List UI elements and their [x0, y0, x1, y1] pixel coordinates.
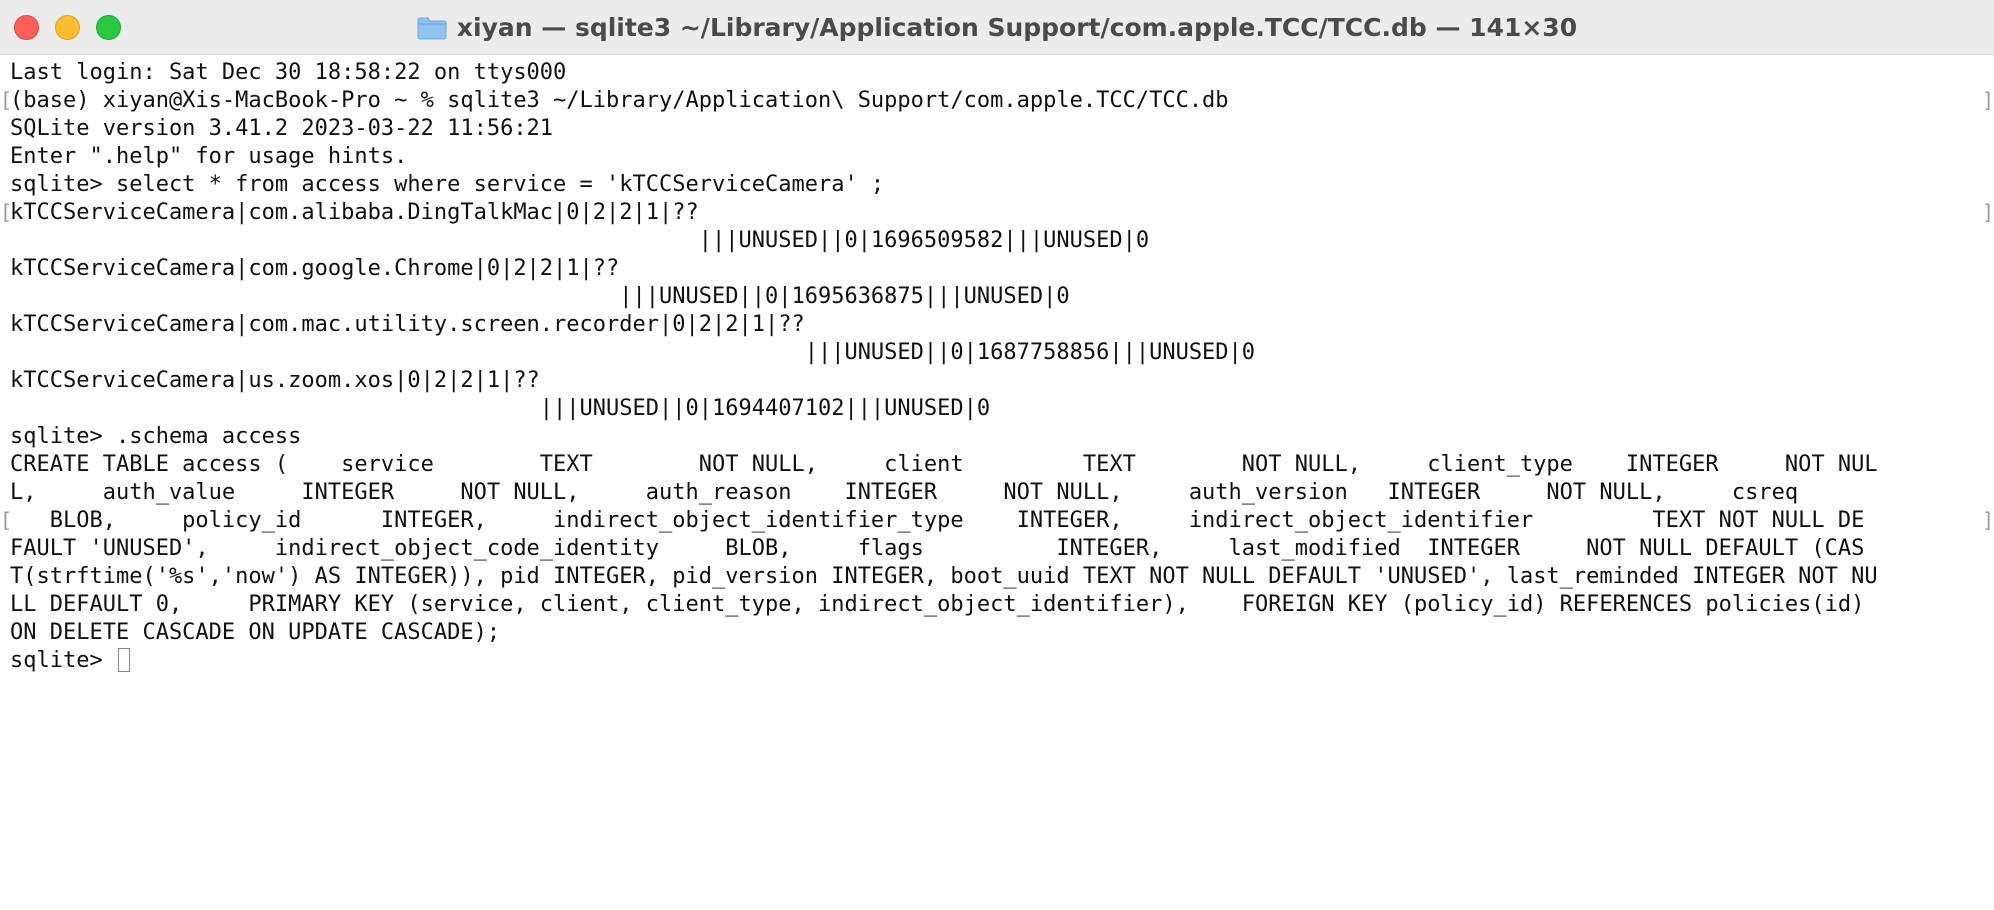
window-title: xiyan — sqlite3 ~/Library/Application Su…	[456, 13, 1578, 42]
terminal-line: Enter ".help" for usage hints.	[10, 144, 408, 169]
line-mark-left: [	[0, 200, 13, 224]
line-mark-right: ]	[1982, 88, 1994, 112]
prompt-line[interactable]: sqlite>	[10, 647, 130, 675]
terminal-line: FAULT 'UNUSED', indirect_object_code_ide…	[10, 536, 1865, 561]
terminal-content[interactable]: Last login: Sat Dec 30 18:58:22 on ttys0…	[0, 55, 1994, 910]
terminal-line: LL DEFAULT 0, PRIMARY KEY (service, clie…	[10, 592, 1865, 617]
terminal-line: L, auth_value INTEGER NOT NULL, auth_rea…	[10, 480, 1799, 505]
line-mark-right: ]	[1982, 200, 1994, 224]
terminal-line: ON DELETE CASCADE ON UPDATE CASCADE);	[10, 620, 501, 645]
terminal-line: SQLite version 3.41.2 2023-03-22 11:56:2…	[10, 116, 554, 141]
terminal-window: xiyan — sqlite3 ~/Library/Application Su…	[0, 0, 1994, 910]
title-container: xiyan — sqlite3 ~/Library/Application Su…	[0, 0, 1994, 55]
terminal-line: |||UNUSED||0|1687758856|||UNUSED|0	[10, 340, 1256, 365]
terminal-line: |||UNUSED||0|1695636875|||UNUSED|0	[10, 284, 1070, 309]
line-mark-left: [	[0, 88, 13, 112]
line-mark-left: [	[0, 508, 13, 532]
terminal-line: kTCCServiceCamera|com.alibaba.DingTalkMa…	[10, 200, 699, 225]
terminal-line: (base) xiyan@Xis-MacBook-Pro ~ % sqlite3…	[10, 88, 1229, 113]
title-bar[interactable]: xiyan — sqlite3 ~/Library/Application Su…	[0, 0, 1994, 55]
cursor	[117, 648, 130, 672]
terminal-line: |||UNUSED||0|1694407102|||UNUSED|0	[10, 396, 991, 421]
prompt: sqlite>	[10, 648, 116, 673]
terminal-line: BLOB, policy_id INTEGER, indirect_object…	[10, 508, 1865, 533]
terminal-line: kTCCServiceCamera|com.mac.utility.screen…	[10, 312, 805, 337]
terminal-line: |||UNUSED||0|1696509582|||UNUSED|0	[10, 228, 1150, 253]
terminal-line: sqlite> select * from access where servi…	[10, 172, 885, 197]
line-mark-right: ]	[1982, 508, 1994, 532]
terminal-line: kTCCServiceCamera|us.zoom.xos|0|2|2|1|??	[10, 368, 540, 393]
terminal-line: Last login: Sat Dec 30 18:58:22 on ttys0…	[10, 60, 567, 85]
terminal-line: sqlite> .schema access	[10, 424, 302, 449]
terminal-line: CREATE TABLE access ( service TEXT NOT N…	[10, 452, 1878, 477]
terminal-line: kTCCServiceCamera|com.google.Chrome|0|2|…	[10, 256, 620, 281]
terminal-line: T(strftime('%s','now') AS INTEGER)), pid…	[10, 564, 1878, 589]
folder-icon	[417, 16, 447, 40]
